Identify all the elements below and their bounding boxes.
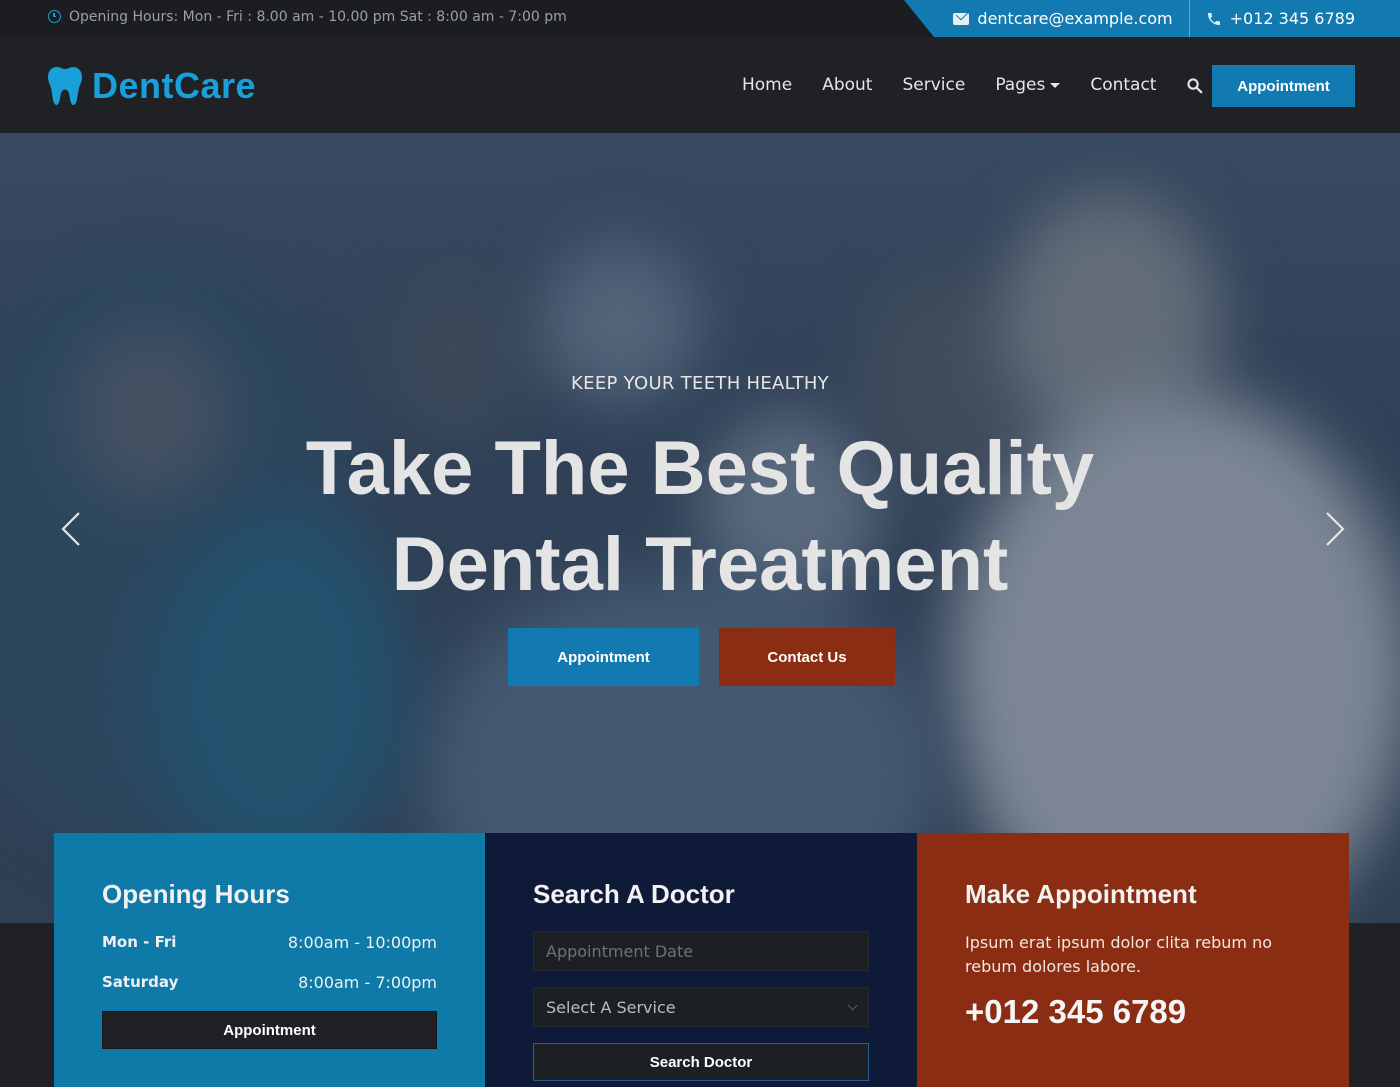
hero-carousel: KEEP YOUR TEETH HEALTHY Take The Best Qu… (0, 133, 1400, 923)
service-select-value: Select A Service (546, 997, 676, 1017)
make-appointment-box: Make Appointment Ipsum erat ipsum dolor … (917, 833, 1349, 1087)
hero-title-line2: Dental Treatment (391, 522, 1009, 607)
phone-text[interactable]: +012 345 6789 (1230, 9, 1355, 28)
nav-service[interactable]: Service (902, 75, 965, 95)
opening-hours-info: Opening Hours: Mon - Fri : 8.00 am - 10.… (48, 0, 567, 33)
make-appointment-title: Make Appointment (965, 879, 1197, 909)
email-link[interactable]: dentcare@example.com (953, 0, 1190, 37)
opening-hours-box: Opening Hours Mon - Fri 8:00am - 10:00pm… (54, 833, 485, 1087)
contact-strip: dentcare@example.com +012 345 6789 (904, 0, 1400, 37)
nav-contact[interactable]: Contact (1090, 75, 1156, 95)
hours-day: Saturday (102, 973, 179, 991)
search-doctor-button[interactable]: Search Doctor (533, 1043, 869, 1081)
service-select[interactable]: Select A Service (533, 987, 869, 1027)
appointment-date-input[interactable] (533, 931, 869, 971)
tooth-icon (48, 67, 82, 105)
phone-link[interactable]: +012 345 6789 (1206, 0, 1355, 37)
hours-time: 8:00am - 10:00pm (287, 933, 437, 952)
hero-title: Take The Best Quality Dental Treatment (250, 421, 1150, 613)
hours-appointment-button[interactable]: Appointment (102, 1011, 437, 1049)
hours-time: 8:00am - 7:00pm (298, 973, 437, 992)
top-bar: Opening Hours: Mon - Fri : 8.00 am - 10.… (0, 0, 1400, 37)
brand-logo[interactable]: DentCare (48, 65, 256, 107)
chevron-down-icon (847, 1000, 858, 1010)
feature-boxes: Opening Hours Mon - Fri 8:00am - 10:00pm… (54, 833, 1349, 1087)
clock-icon (48, 10, 61, 23)
nav-pages-dropdown[interactable]: Pages (995, 75, 1061, 95)
hours-row: Mon - Fri 8:00am - 10:00pm (102, 933, 437, 952)
nav-home[interactable]: Home (742, 75, 792, 95)
nav-appointment-button[interactable]: Appointment (1212, 65, 1355, 107)
make-appointment-text: Ipsum erat ipsum dolor clita rebum no re… (965, 933, 1273, 976)
opening-hours-text: Opening Hours: Mon - Fri : 8.00 am - 10.… (69, 8, 567, 25)
envelope-icon (953, 12, 970, 25)
hero-contact-button[interactable]: Contact Us (719, 628, 895, 686)
hero-appointment-button[interactable]: Appointment (508, 628, 699, 686)
brand-name: DentCare (92, 65, 257, 106)
search-doctor-box: Search A Doctor Select A Service Search … (485, 833, 917, 1087)
main-navbar: DentCare Home About Service Pages Contac… (0, 37, 1400, 133)
carousel-prev-arrow[interactable] (53, 509, 93, 549)
chevron-right-icon (1326, 512, 1345, 546)
email-text[interactable]: dentcare@example.com (977, 9, 1172, 28)
carousel-next-arrow[interactable] (1313, 509, 1353, 549)
hours-day: Mon - Fri (102, 933, 177, 951)
phone-icon (1207, 12, 1220, 25)
hero-subtitle: KEEP YOUR TEETH HEALTHY (571, 373, 829, 394)
caret-down-icon (1050, 82, 1061, 88)
search-doctor-title: Search A Doctor (533, 879, 735, 909)
nav-about[interactable]: About (822, 75, 872, 95)
search-icon[interactable] (1186, 77, 1203, 94)
appointment-phone[interactable]: +012 345 6789 (965, 993, 1186, 1031)
nav-menu: Home About Service Pages Contact (742, 37, 1203, 133)
nav-pages-label: Pages (995, 75, 1046, 95)
hours-row: Saturday 8:00am - 7:00pm (102, 973, 437, 992)
hero-title-line1: Take The Best Quality (305, 426, 1095, 511)
chevron-left-icon (61, 512, 80, 546)
opening-hours-title: Opening Hours (102, 879, 290, 909)
